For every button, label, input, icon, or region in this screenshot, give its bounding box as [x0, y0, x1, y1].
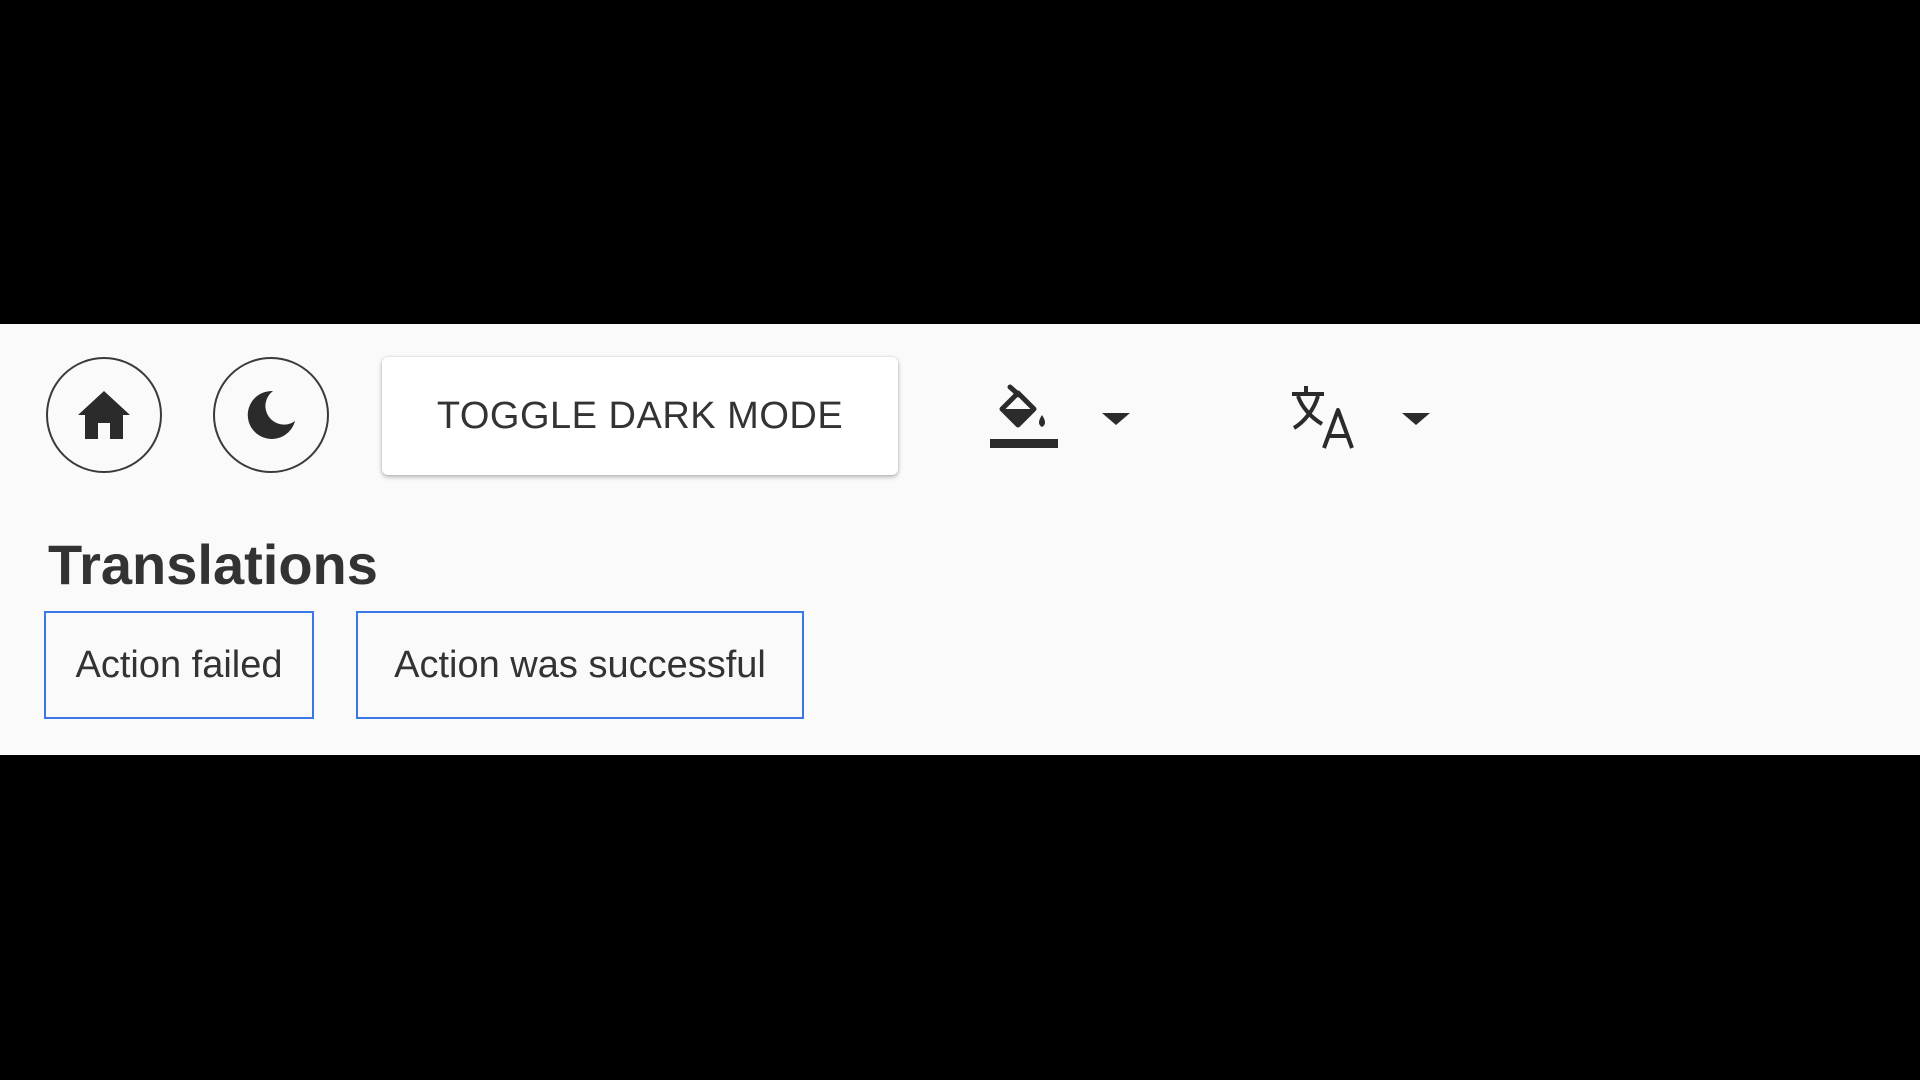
theme-color-menu[interactable] [988, 379, 1130, 459]
language-menu[interactable] [1290, 379, 1430, 459]
translations-heading: Translations [48, 533, 378, 596]
translate-icon [1290, 384, 1358, 455]
chevron-down-icon [1102, 413, 1130, 425]
dark-mode-icon-button[interactable] [213, 357, 329, 473]
home-icon [76, 389, 132, 441]
toggle-dark-mode-button[interactable]: TOGGLE DARK MODE [382, 357, 898, 475]
moon-icon [243, 387, 299, 443]
translation-item-action-successful: Action was successful [356, 611, 804, 719]
home-button[interactable] [46, 357, 162, 473]
app-content-area: TOGGLE DARK MODE Translations Action fai… [0, 324, 1920, 755]
translation-item-action-failed: Action failed [44, 611, 314, 719]
chevron-down-icon [1402, 413, 1430, 425]
paint-bucket-icon [988, 381, 1060, 458]
